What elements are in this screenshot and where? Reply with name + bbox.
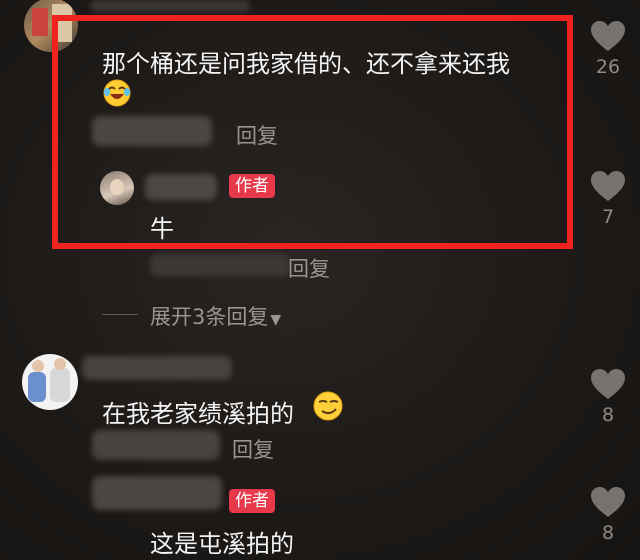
author-badge: 作者 (229, 174, 275, 198)
like-count: 26 (595, 56, 621, 78)
like-count: 8 (601, 404, 615, 426)
like-count: 8 (601, 522, 615, 544)
reply-button[interactable]: 回复 (232, 434, 274, 464)
reply-button[interactable]: 回复 (236, 120, 278, 150)
reply-name-blurred (150, 254, 290, 276)
laughing-crying-emoji-icon (102, 78, 132, 108)
expand-divider (102, 314, 138, 315)
smirk-emoji-icon (312, 390, 344, 422)
like-button[interactable]: 7 (588, 170, 628, 230)
expand-replies-label: 展开3条回复 (150, 305, 269, 329)
like-count: 7 (601, 206, 615, 228)
heart-icon (591, 21, 625, 51)
like-button[interactable]: 26 (588, 20, 628, 80)
author-avatar-blurred[interactable] (92, 476, 222, 510)
heart-icon (591, 171, 625, 201)
commenter-avatar[interactable] (22, 354, 78, 410)
heart-icon (591, 369, 625, 399)
chevron-down-icon: ▼ (270, 312, 282, 328)
author-name-blurred (145, 174, 217, 200)
reply-name-blurred (92, 116, 212, 146)
commenter-name-blurred (90, 0, 250, 12)
like-button[interactable]: 8 (588, 368, 628, 428)
author-reply-text: 这是屯溪拍的 (150, 530, 294, 558)
author-badge: 作者 (229, 489, 275, 513)
reply-name-blurred (92, 430, 220, 460)
author-reply-text: 牛 (150, 215, 174, 243)
reply-button[interactable]: 回复 (288, 253, 330, 283)
comment-text: 那个桶还是问我家借的、还不拿来还我 (102, 50, 510, 78)
like-button[interactable]: 8 (588, 486, 628, 546)
heart-icon (591, 487, 625, 517)
commenter-name-blurred (82, 356, 232, 380)
expand-replies-button[interactable]: 展开3条回复 ▼ (150, 301, 281, 331)
author-avatar[interactable] (100, 171, 134, 205)
comment-text: 在我老家绩溪拍的 (102, 400, 294, 428)
